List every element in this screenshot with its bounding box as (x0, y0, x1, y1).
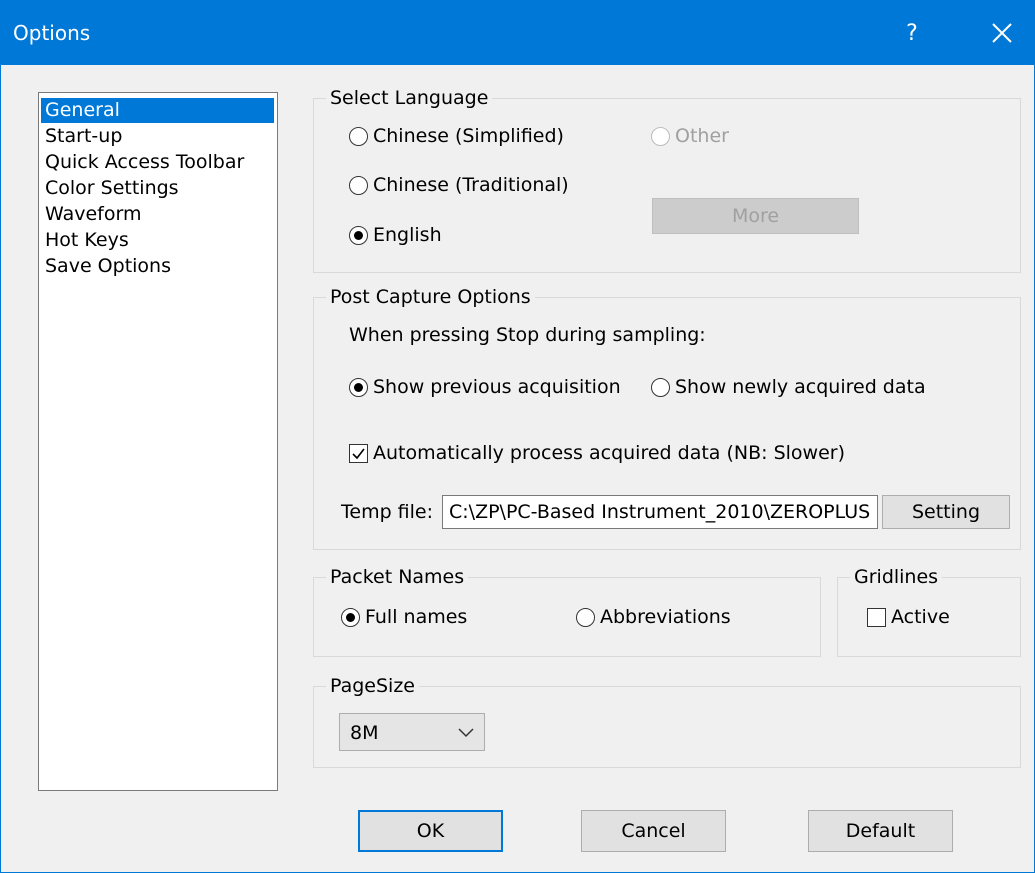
select-language-legend: Select Language (326, 86, 493, 110)
radio-label: Show previous acquisition (373, 376, 621, 398)
more-button[interactable]: More (652, 198, 859, 234)
stop-behavior-prompt: When pressing Stop during sampling: (349, 324, 706, 346)
nav-item-waveform[interactable]: Waveform (41, 202, 274, 227)
chevron-down-icon (458, 728, 474, 738)
radio-circle-selected (349, 377, 368, 397)
ok-button[interactable]: OK (358, 810, 503, 852)
checkbox-label: Active (891, 606, 950, 628)
radio-label: Show newly acquired data (675, 376, 926, 398)
temp-file-label: Temp file: (341, 501, 434, 523)
radio-circle (651, 377, 670, 397)
radio-label: Abbreviations (600, 606, 731, 628)
page-size-legend: PageSize (326, 674, 419, 698)
options-category-list[interactable]: General Start-up Quick Access Toolbar Co… (38, 92, 278, 791)
packet-names-legend: Packet Names (326, 565, 469, 589)
nav-item-general[interactable]: General (41, 98, 274, 123)
nav-item-quick-access-toolbar[interactable]: Quick Access Toolbar (41, 150, 274, 175)
radio-show-newly-acquired[interactable]: Show newly acquired data (651, 376, 926, 398)
close-button[interactable] (971, 1, 1033, 65)
setting-button[interactable]: Setting (882, 495, 1010, 529)
radio-chinese-traditional[interactable]: Chinese (Traditional) (349, 174, 569, 196)
radio-circle (349, 175, 368, 195)
checkbox-box (867, 607, 886, 627)
nav-item-color-settings[interactable]: Color Settings (41, 176, 274, 201)
radio-circle (651, 126, 670, 146)
temp-file-path-field[interactable]: C:\ZP\PC-Based Instrument_2010\ZEROPLUS (442, 495, 878, 529)
gridlines-active-checkbox[interactable]: Active (867, 606, 950, 628)
page-size-value: 8M (350, 722, 379, 744)
default-button[interactable]: Default (808, 810, 953, 852)
radio-show-previous-acquisition[interactable]: Show previous acquisition (349, 376, 621, 398)
checkmark-icon (352, 448, 365, 459)
radio-circle (349, 126, 368, 146)
radio-label: Chinese (Simplified) (373, 125, 564, 147)
radio-circle (576, 607, 595, 627)
checkbox-box-checked (349, 443, 368, 463)
radio-circle-selected (349, 225, 368, 245)
radio-circle-selected (341, 607, 360, 627)
temp-file-path-value: C:\ZP\PC-Based Instrument_2010\ZEROPLUS (449, 501, 871, 523)
nav-item-hot-keys[interactable]: Hot Keys (41, 228, 274, 253)
help-button[interactable]: ? (884, 1, 940, 65)
checkbox-label: Automatically process acquired data (NB:… (373, 442, 845, 464)
nav-item-start-up[interactable]: Start-up (41, 124, 274, 149)
cancel-button[interactable]: Cancel (581, 810, 726, 852)
close-icon (992, 23, 1012, 43)
radio-label: Full names (365, 606, 468, 628)
radio-label: Chinese (Traditional) (373, 174, 569, 196)
nav-item-save-options[interactable]: Save Options (41, 254, 274, 279)
radio-label: Other (675, 125, 729, 147)
options-dialog: Options ? General Start-up Quick Access … (0, 0, 1035, 873)
window-title: Options (13, 21, 91, 45)
gridlines-legend: Gridlines (850, 565, 943, 589)
radio-english[interactable]: English (349, 224, 442, 246)
radio-full-names[interactable]: Full names (341, 606, 467, 628)
radio-other[interactable]: Other (651, 125, 729, 147)
post-capture-legend: Post Capture Options (326, 285, 535, 309)
page-size-dropdown[interactable]: 8M (339, 713, 485, 751)
title-bar: Options ? (1, 1, 1034, 65)
radio-chinese-simplified[interactable]: Chinese (Simplified) (349, 125, 564, 147)
radio-label: English (373, 224, 442, 246)
auto-process-checkbox[interactable]: Automatically process acquired data (NB:… (349, 442, 845, 464)
radio-abbreviations[interactable]: Abbreviations (576, 606, 731, 628)
